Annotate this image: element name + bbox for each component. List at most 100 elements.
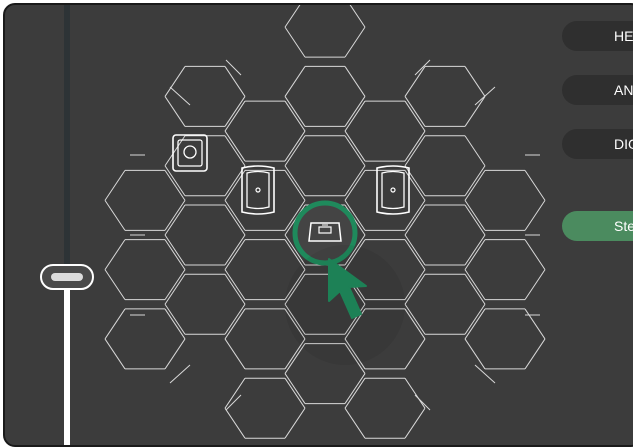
hex-edge (464, 338, 486, 370)
mode-button-stereo[interactable]: Stereo (562, 211, 633, 241)
hex-edge (524, 239, 546, 270)
hex-edge (464, 204, 486, 236)
hex-edge (404, 96, 426, 127)
hex-edge (464, 239, 486, 270)
studio-monitor-right-icon[interactable] (376, 165, 410, 215)
hex-edge (404, 200, 426, 231)
hex-edge (164, 269, 186, 300)
hex-edge (284, 66, 306, 97)
hex-edge (104, 338, 126, 370)
hex-edge (404, 304, 426, 335)
hex-edge (284, 135, 306, 166)
hex-edge (224, 304, 246, 335)
hex-edge (284, 170, 306, 201)
hex-edge (224, 96, 246, 127)
hex-edge (284, 100, 306, 132)
hex-edge (404, 204, 426, 236)
hex-edge (524, 269, 546, 300)
hex-edge (224, 135, 246, 166)
hex-edge (404, 274, 426, 305)
hex-edge (404, 269, 426, 300)
hex-edge (464, 274, 486, 305)
hex-edge (464, 269, 486, 300)
mode-button-headphones[interactable]: HEADPHONES (562, 21, 633, 51)
hex-edge (404, 135, 426, 166)
hex-edge (164, 234, 186, 266)
slider-track-lower[interactable] (64, 290, 70, 445)
hex-edge (284, 343, 306, 374)
hex-stub (169, 86, 191, 106)
hex-edge (104, 200, 126, 231)
hex-edge (404, 66, 426, 97)
hex-edge (344, 100, 366, 132)
hex-edge (344, 377, 366, 409)
hex-edge (404, 308, 426, 340)
studio-monitor-left-icon[interactable] (241, 165, 275, 215)
hex-edge (284, 26, 306, 58)
hex-edge (104, 239, 126, 270)
hex-edge (224, 274, 246, 305)
hex-edge (464, 96, 486, 127)
hex-edge (164, 308, 186, 340)
hex-edge (344, 96, 366, 127)
hex-edge (404, 100, 426, 132)
hex-edge (224, 100, 246, 132)
hex-edge (224, 130, 246, 162)
hex-edge (164, 239, 186, 270)
stage: HEADPHONES ANALOG DIGITAL Stereo (5, 5, 633, 447)
hex-edge (164, 170, 186, 201)
hex-edge (284, 407, 306, 439)
hex-edge (404, 130, 426, 162)
hex-edge (344, 407, 366, 439)
slider-grip (51, 273, 83, 281)
hex-edge (344, 170, 366, 201)
hex-edge (344, 165, 366, 196)
hex-grid[interactable] (5, 5, 633, 447)
hex-edge (404, 407, 426, 439)
hex-stub (414, 59, 431, 76)
slider-handle[interactable] (40, 264, 94, 290)
hex-edge (524, 308, 546, 340)
hex-stub (474, 86, 496, 106)
mode-button-digital[interactable]: DIGITAL (562, 129, 633, 159)
hex-edge (404, 234, 426, 266)
hex-edge (284, 377, 306, 409)
hex-edge (284, 5, 301, 28)
hex-edge (164, 204, 186, 236)
hex-edge (404, 338, 426, 370)
hex-edge (464, 304, 486, 335)
hex-stub (225, 59, 242, 76)
small-speaker-icon[interactable] (172, 134, 208, 172)
hex-edge (404, 239, 426, 270)
mode-button-analog[interactable]: ANALOG (562, 75, 633, 105)
hex-edge (224, 66, 246, 97)
hex-edge (464, 165, 486, 196)
hex-edge (344, 135, 366, 166)
hex-edge (224, 234, 246, 266)
hex-edge (164, 338, 186, 370)
hex-stub (414, 394, 431, 411)
hex-edge (464, 170, 486, 201)
hex-edge (464, 234, 486, 266)
hex-edge (284, 96, 306, 127)
hex-edge (344, 26, 366, 58)
hex-edge (404, 170, 426, 201)
hex-edge (344, 373, 366, 404)
hex-edge (524, 338, 546, 370)
hex-edge (224, 269, 246, 300)
hex-stub (474, 364, 496, 384)
hex-edge (344, 66, 366, 97)
hex-edge (284, 165, 306, 196)
hex-edge (104, 170, 126, 201)
hex-edge (524, 200, 546, 231)
hex-edge (344, 130, 366, 162)
hex-edge (284, 130, 306, 162)
hex-edge (464, 200, 486, 231)
slider-track-upper[interactable] (64, 5, 70, 267)
pointer-arrow-icon (285, 245, 405, 365)
hex-edge (404, 377, 426, 409)
hex-edge (349, 5, 366, 28)
speaker-layout-panel: HEADPHONES ANALOG DIGITAL Stereo (3, 3, 633, 447)
hex-edge (224, 377, 246, 409)
hex-edge (224, 338, 246, 370)
